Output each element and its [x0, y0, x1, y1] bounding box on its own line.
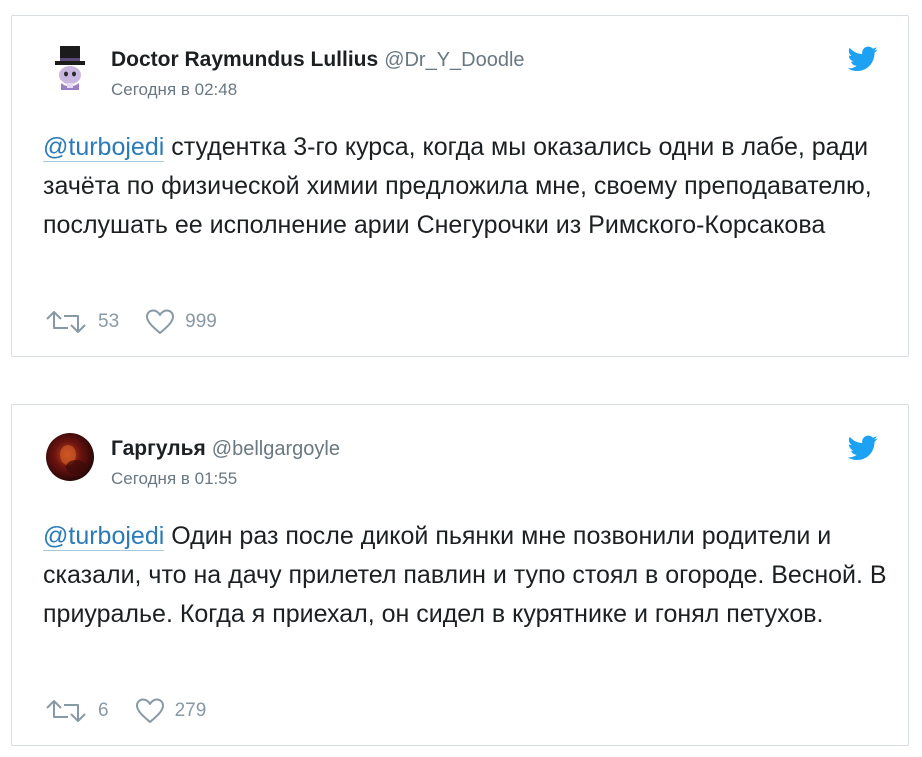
tweet-text: @turbojedi студентка 3-го курса, когда м…	[43, 128, 893, 245]
author-name[interactable]: Гаргулья @bellgargoyle	[111, 437, 340, 461]
tweet-card[interactable]: Гаргулья @bellgargoyle Сегодня в 01:55 @t…	[11, 404, 909, 746]
user-avatar[interactable]	[46, 44, 94, 92]
author-handle[interactable]: @bellgargoyle	[212, 438, 340, 460]
tweet-card[interactable]: Doctor Raymundus Lullius @Dr_Y_Doodle Сег…	[11, 15, 909, 357]
retweet-icon	[46, 311, 86, 333]
author-display-name[interactable]: Doctor Raymundus Lullius	[111, 48, 378, 71]
retweet-count: 6	[98, 700, 109, 721]
author-display-name[interactable]: Гаргулья	[111, 437, 206, 460]
top-hat-character-avatar-icon	[46, 44, 94, 92]
author-name[interactable]: Doctor Raymundus Lullius @Dr_Y_Doodle	[111, 48, 525, 72]
dark-red-photo-avatar-icon	[46, 433, 94, 481]
heart-icon	[146, 309, 175, 334]
like-count: 279	[174, 700, 207, 721]
twitter-bird-icon[interactable]	[848, 46, 878, 72]
tweet-text: @turbojedi Один раз после дикой пьянки м…	[43, 517, 893, 634]
tweet-actions: 6 279	[44, 697, 206, 725]
retweet-count: 53	[98, 311, 120, 332]
twitter-bird-icon[interactable]	[848, 435, 878, 461]
user-avatar[interactable]	[46, 433, 94, 481]
tweet-body: студентка 3-го курса, когда мы оказались…	[43, 133, 872, 239]
like-count: 999	[185, 311, 217, 332]
retweet-icon	[46, 700, 86, 722]
tweet-body: Один раз после дикой пьянки мне позвонил…	[43, 522, 887, 628]
mention-link[interactable]: @turbojedi	[43, 133, 165, 162]
tweet-actions: 53 999	[44, 308, 217, 336]
retweet-button[interactable]: 53	[44, 310, 119, 334]
tweet-timestamp[interactable]: Сегодня в 01:55	[111, 469, 237, 489]
retweet-button[interactable]: 6	[44, 699, 109, 723]
author-handle[interactable]: @Dr_Y_Doodle	[384, 49, 524, 71]
tweet-timestamp[interactable]: Сегодня в 02:48	[111, 80, 237, 100]
like-button[interactable]: 999	[145, 309, 217, 335]
heart-icon	[135, 698, 164, 723]
like-button[interactable]: 279	[135, 698, 207, 724]
mention-link[interactable]: @turbojedi	[43, 522, 165, 551]
